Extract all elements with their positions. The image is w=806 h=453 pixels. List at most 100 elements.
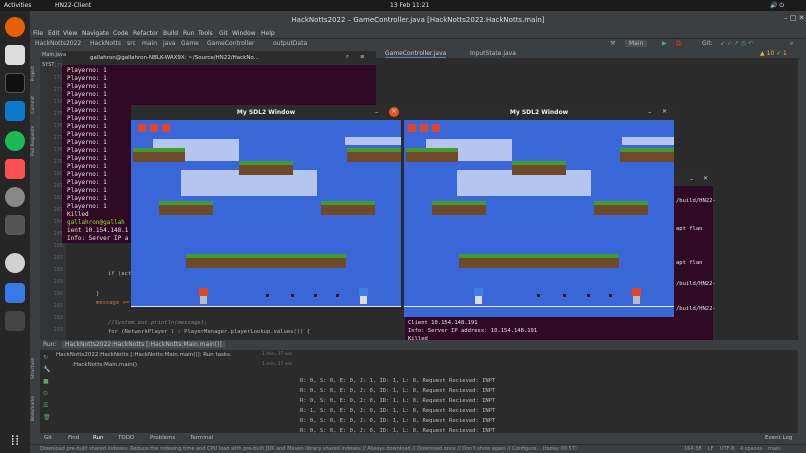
commit-tab[interactable]: Commit xyxy=(31,96,36,114)
find-tool-tab[interactable]: Find xyxy=(68,435,79,441)
platform xyxy=(186,254,346,268)
breadcrumb-item[interactable]: GameController xyxy=(207,40,254,47)
breadcrumb-item[interactable]: main xyxy=(142,40,157,47)
app-grid-icon[interactable] xyxy=(5,311,25,331)
project-tab[interactable]: Project xyxy=(31,66,36,81)
git-tool-tab[interactable]: Git xyxy=(44,435,52,441)
problems-tool-tab[interactable]: Problems xyxy=(150,435,175,441)
menu-view[interactable]: View xyxy=(63,30,77,37)
menu-edit[interactable]: Edit xyxy=(48,30,60,37)
activities-button[interactable]: Activities xyxy=(4,2,31,9)
menu-git[interactable]: Git xyxy=(219,30,228,37)
terminal-text: /build/HN22- xyxy=(676,281,716,287)
pellet xyxy=(609,294,612,297)
platform xyxy=(159,201,213,215)
terminal-menu-icon[interactable]: ≡ xyxy=(360,54,365,60)
active-app-label[interactable]: HN22-Client xyxy=(55,2,91,9)
minimize-button[interactable]: – xyxy=(648,108,652,116)
line-number: 187 xyxy=(53,255,63,261)
code-line[interactable]: for (NetworkPlayer l : PlayerManager.pla… xyxy=(108,329,310,335)
menu-code[interactable]: Code xyxy=(113,30,128,37)
sdl-window-2[interactable]: My SDL2 Window – ✕ xyxy=(404,105,674,317)
debug-icon[interactable]: 🐞 xyxy=(675,40,682,47)
terminal-tool-tab[interactable]: Terminal xyxy=(190,435,213,441)
menu-refactor[interactable]: Refactor xyxy=(133,30,158,37)
close-button[interactable]: ✕ xyxy=(389,107,399,117)
terminal-line: Playerno: 1 xyxy=(67,115,107,122)
build-hammer-icon[interactable]: ⚒ xyxy=(610,40,615,47)
structure-tab[interactable]: Structure xyxy=(31,358,36,379)
code-line[interactable]: message += xyxy=(96,300,129,306)
spotify-icon[interactable] xyxy=(5,131,25,151)
run-toolbar-icons[interactable]: ↻ 🔧 ■ ⊙ ☰ 🗑 xyxy=(43,352,51,424)
run-tree-node[interactable]: HackNotts2022:HackNotts [:HackNotts:Main… xyxy=(56,352,232,358)
menu-tools[interactable]: Tools xyxy=(198,30,213,37)
git-branch[interactable]: main xyxy=(768,446,781,452)
system-tray-icons[interactable]: 🔊 ⏻ xyxy=(770,2,784,10)
code-line[interactable]: } xyxy=(96,291,99,297)
breadcrumb-item[interactable]: outputData xyxy=(273,40,307,47)
terminal-icon[interactable] xyxy=(5,73,25,93)
run-icon[interactable]: ▶ xyxy=(662,40,667,47)
close-button[interactable]: ✕ xyxy=(662,108,667,115)
firefox-icon[interactable] xyxy=(5,17,25,37)
vscode-icon[interactable] xyxy=(5,101,25,121)
run-config-select[interactable]: Main xyxy=(625,40,648,47)
terminal-line: Playerno: 1 xyxy=(67,99,107,106)
breadcrumb-item[interactable]: HackNotts xyxy=(90,40,121,47)
code-line[interactable]: //System.out.println(message); xyxy=(108,320,207,326)
warnings-indicator[interactable]: ▲ 10 ✓ 1 xyxy=(760,50,787,57)
menu-file[interactable]: File xyxy=(33,30,43,37)
menu-navigate[interactable]: Navigate xyxy=(82,30,109,37)
close-button[interactable]: ✕ xyxy=(703,175,708,182)
event-log-tab[interactable]: Event Log xyxy=(765,435,792,441)
menu-window[interactable]: Window xyxy=(232,30,256,37)
show-apps-icon[interactable]: ⁞⁞ xyxy=(5,431,25,451)
breadcrumb-item[interactable]: java xyxy=(163,40,176,47)
game-canvas[interactable] xyxy=(404,120,674,317)
ide-title-bar: HackNotts2022 – GameController.java [Hac… xyxy=(30,11,806,29)
menu-help[interactable]: Help xyxy=(261,30,275,37)
sdl-window-1[interactable]: My SDL2 Window – ✕ xyxy=(131,105,401,307)
tab-game-controller[interactable]: GameController.java xyxy=(385,50,447,58)
run-console-output[interactable]: R: 0, S: 0, E: 0, J: 1, ID: 1, L: 0, Req… xyxy=(300,378,700,434)
file-encoding[interactable]: UTF-8 xyxy=(720,446,735,452)
indent-setting[interactable]: 4 spaces xyxy=(740,446,762,452)
menu-build[interactable]: Build xyxy=(163,30,178,37)
search-icon[interactable]: ⌕ xyxy=(790,40,793,48)
pull-requests-tab[interactable]: Pull Requests xyxy=(31,126,36,156)
platform xyxy=(620,148,674,162)
caret-position[interactable]: 164:38 xyxy=(684,446,702,452)
heart-icon xyxy=(408,124,416,132)
software-icon[interactable] xyxy=(5,253,25,273)
jetbrains-icon[interactable] xyxy=(5,159,25,179)
editor-tab-main[interactable]: Main.java xyxy=(42,52,66,58)
code-line[interactable]: if (act xyxy=(108,271,131,277)
bookmarks-tab[interactable]: Bookmarks xyxy=(31,396,36,421)
tab-input-state[interactable]: InputState.java xyxy=(470,50,516,57)
terminal-title-bar: gallahron@gallahron-NBLK-WAX9X: ~/Source… xyxy=(62,51,376,65)
run-tool-tab[interactable]: Run xyxy=(93,435,104,441)
breadcrumb-item[interactable]: Game xyxy=(181,40,199,47)
terminal-line: Playerno: 1 xyxy=(67,67,107,74)
status-bar: Download pre-built shared indexes: Reduc… xyxy=(30,444,806,453)
git-actions-icons[interactable]: ↙ ✓ ↗ ◷ ↶ xyxy=(720,40,753,47)
game-canvas[interactable] xyxy=(131,120,401,307)
breadcrumb-item[interactable]: HackNotts2022 xyxy=(35,40,81,47)
run-config-tab[interactable]: HackNotts2022:HackNotts [:HackNotts:Main… xyxy=(62,341,225,348)
line-separator[interactable]: LF xyxy=(708,446,714,452)
window-controls[interactable]: – □ ✕ xyxy=(784,14,804,22)
menu-run[interactable]: Run xyxy=(183,30,195,37)
files-icon[interactable] xyxy=(5,45,25,65)
run-tree-node[interactable]: :HackNotts:Main.main() xyxy=(72,362,137,368)
text-editor-icon[interactable] xyxy=(5,283,25,303)
todo-tool-tab[interactable]: TODO xyxy=(118,435,134,441)
app-icon[interactable] xyxy=(5,215,25,235)
terminal-search-icon[interactable]: ⌕ xyxy=(346,54,349,61)
status-message[interactable]: Download pre-built shared indexes: Reduc… xyxy=(40,446,640,452)
settings-icon[interactable] xyxy=(5,187,25,207)
minimize-button[interactable]: – xyxy=(690,175,694,183)
minimize-button[interactable]: – xyxy=(375,108,379,116)
breadcrumb-item[interactable]: src xyxy=(127,40,136,47)
clock[interactable]: 13 Feb 11:21 xyxy=(390,2,429,9)
